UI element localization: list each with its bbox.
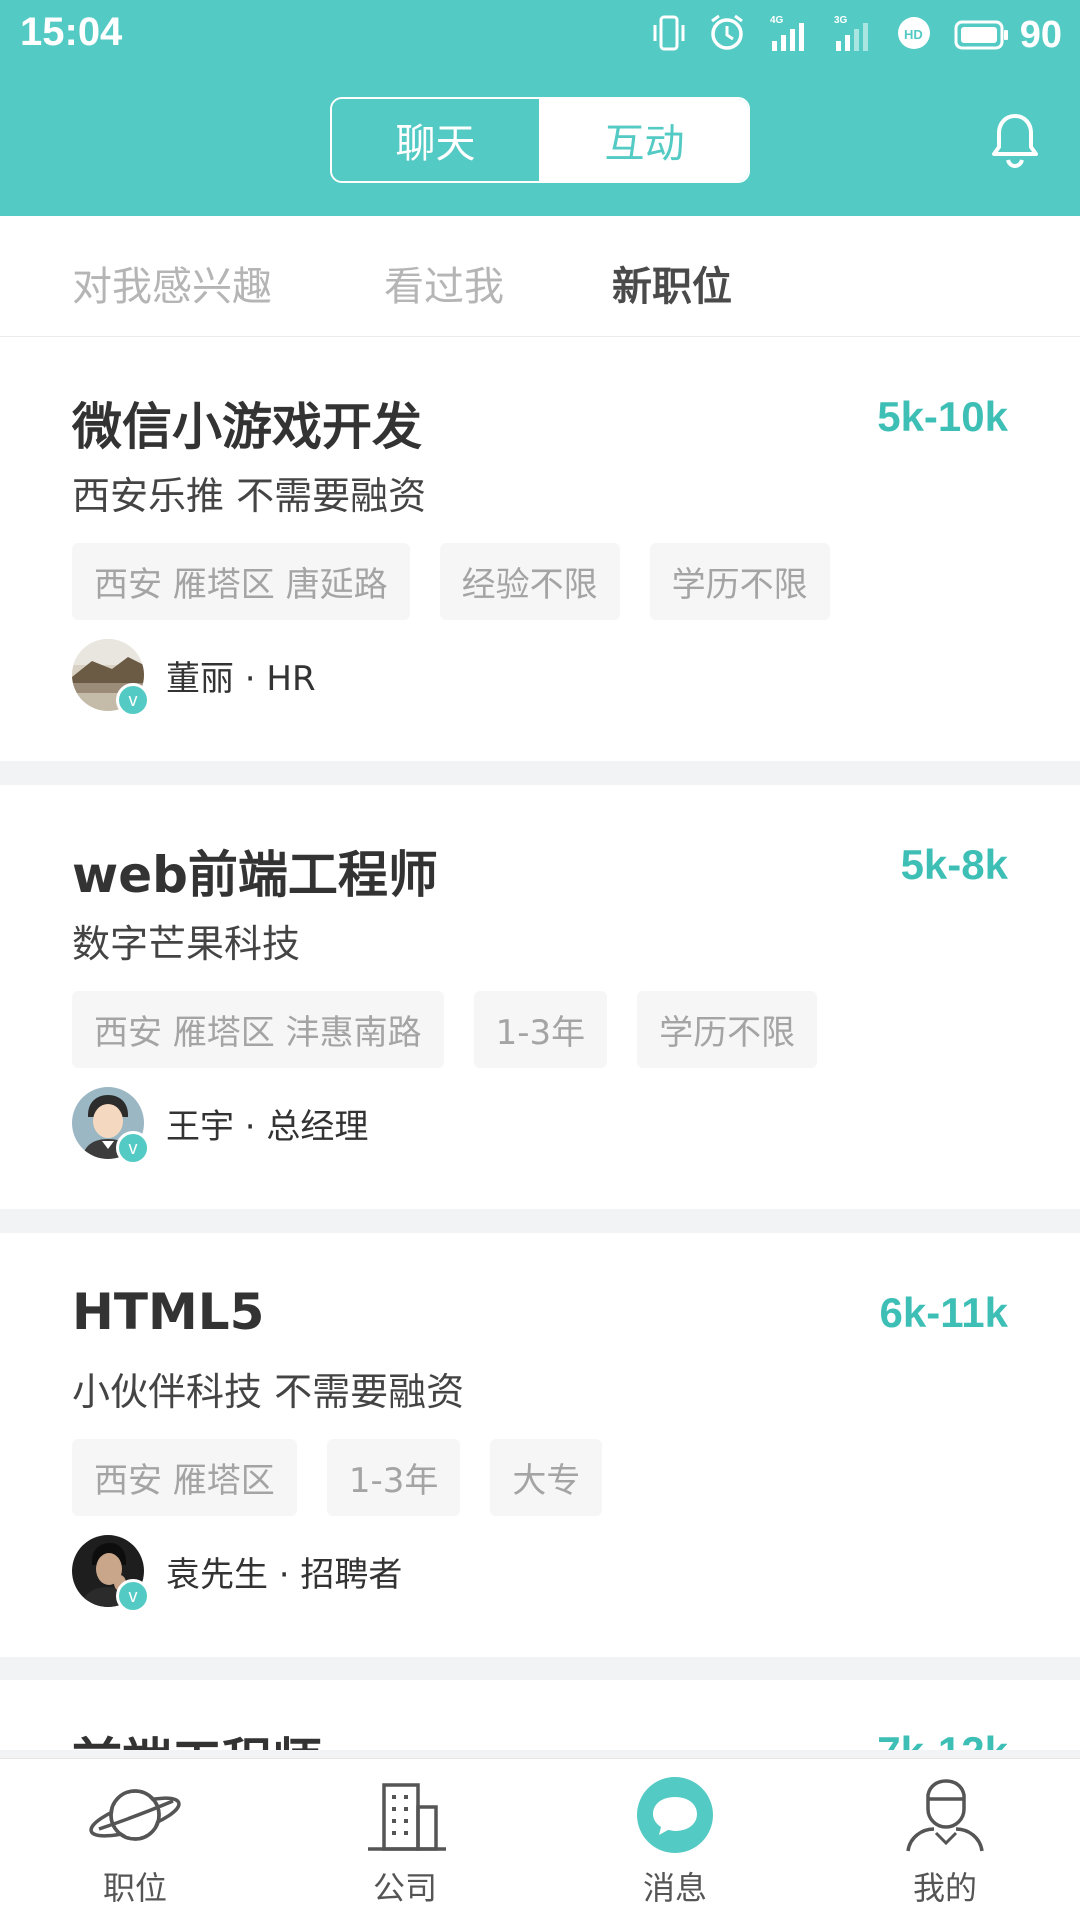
- job-tags: 西安 雁塔区 1-3年 大专: [72, 1439, 603, 1516]
- location-tag: 西安 雁塔区: [72, 1439, 297, 1516]
- recruiter-name: 王宇 · 总经理: [166, 1106, 369, 1147]
- job-title: 前端工程师: [72, 1722, 322, 1750]
- status-icons: 4G 3G HD 90: [652, 12, 1062, 58]
- tab-viewed-me[interactable]: 看过我: [384, 254, 504, 312]
- experience-tag: 1-3年: [473, 991, 608, 1068]
- recruiter: v 袁先生 · 招聘者: [72, 1535, 403, 1613]
- battery-percent: 90: [1019, 13, 1062, 56]
- hd-icon: HD: [896, 15, 932, 55]
- nav-companies[interactable]: 公司: [315, 1777, 495, 1909]
- job-card[interactable]: HTML5 6k-11k 小伙伴科技 不需要融资 西安 雁塔区 1-3年 大专 …: [0, 1233, 1080, 1657]
- recruiter: v 王宇 · 总经理: [72, 1087, 369, 1165]
- chat-bubble-icon: [635, 1777, 715, 1857]
- job-title: 微信小游戏开发: [72, 398, 422, 456]
- status-bar: 15:04 4G 3G HD 90: [0, 0, 1080, 70]
- nav-messages-label: 消息: [642, 1869, 707, 1907]
- job-salary: 5k-10k: [877, 393, 1008, 440]
- segment-chat[interactable]: 聊天: [332, 99, 541, 181]
- person-icon: [900, 1779, 990, 1857]
- top-header: 15:04 4G 3G HD 90 聊天 互动: [0, 0, 1080, 216]
- bottom-navigation: 职位 公司 消息 我的: [0, 1758, 1080, 1921]
- status-time: 15:04: [20, 10, 123, 54]
- company-info: 小伙伴科技 不需要融资: [72, 1370, 465, 1414]
- tab-new-jobs[interactable]: 新职位: [612, 254, 732, 312]
- tab-interested-in-me[interactable]: 对我感兴趣: [72, 254, 272, 312]
- job-salary: 5k-8k: [900, 841, 1008, 888]
- job-tags: 西安 雁塔区 唐延路 经验不限 学历不限: [72, 543, 830, 620]
- recruiter-name: 董丽 · HR: [166, 658, 316, 699]
- job-card[interactable]: web前端工程师 5k-8k 数字芒果科技 西安 雁塔区 沣惠南路 1-3年 学…: [0, 785, 1080, 1209]
- verified-badge-icon: v: [116, 1131, 150, 1165]
- recruiter-name: 袁先生 · 招聘者: [166, 1554, 403, 1595]
- chat-interact-switch: 聊天 互动: [330, 97, 750, 183]
- recruiter: v 董丽 · HR: [72, 639, 316, 717]
- planet-icon: [85, 1789, 185, 1857]
- education-tag: 大专: [490, 1439, 603, 1516]
- signal-3g-label: 3G: [834, 15, 848, 26]
- avatar: v: [72, 1087, 150, 1165]
- job-tags: 西安 雁塔区 沣惠南路 1-3年 学历不限: [72, 991, 818, 1068]
- job-salary: 6k-11k: [879, 1289, 1008, 1336]
- signal-4g-label: 4G: [770, 15, 784, 26]
- job-title: HTML5: [72, 1283, 265, 1341]
- bell-icon[interactable]: [990, 112, 1040, 174]
- nav-jobs-label: 职位: [102, 1869, 167, 1907]
- signal-3g-icon: 3G: [832, 13, 874, 57]
- verified-badge-icon: v: [116, 1579, 150, 1613]
- location-tag: 西安 雁塔区 沣惠南路: [72, 991, 444, 1068]
- nav-jobs[interactable]: 职位: [45, 1777, 225, 1909]
- interaction-subtabs: 对我感兴趣 看过我 新职位: [0, 216, 1080, 337]
- vibrate-icon: [652, 13, 686, 57]
- job-title: web前端工程师: [72, 846, 438, 904]
- nav-messages[interactable]: 消息: [585, 1777, 765, 1909]
- battery: 90: [954, 14, 1062, 57]
- nav-me-label: 我的: [912, 1869, 977, 1907]
- avatar: v: [72, 639, 150, 717]
- company-info: 西安乐推 不需要融资: [72, 474, 427, 518]
- experience-tag: 1-3年: [326, 1439, 461, 1516]
- avatar: v: [72, 1535, 150, 1613]
- alarm-icon: [708, 13, 746, 57]
- experience-tag: 经验不限: [439, 543, 620, 620]
- building-icon: [360, 1783, 450, 1857]
- nav-companies-label: 公司: [372, 1869, 437, 1907]
- verified-badge-icon: v: [116, 683, 150, 717]
- job-card[interactable]: 前端工程师 7k-12k: [0, 1680, 1080, 1750]
- nav-me[interactable]: 我的: [855, 1777, 1035, 1909]
- education-tag: 学历不限: [649, 543, 830, 620]
- segment-interact[interactable]: 互动: [541, 99, 748, 181]
- location-tag: 西安 雁塔区 唐延路: [72, 543, 410, 620]
- education-tag: 学历不限: [637, 991, 818, 1068]
- svg-text:HD: HD: [904, 27, 923, 42]
- job-card[interactable]: 微信小游戏开发 5k-10k 西安乐推 不需要融资 西安 雁塔区 唐延路 经验不…: [0, 337, 1080, 761]
- signal-4g-icon: 4G: [768, 13, 810, 57]
- company-info: 数字芒果科技: [72, 922, 301, 966]
- job-salary: 7k-12k: [877, 1728, 1008, 1750]
- battery-icon: [954, 20, 1008, 50]
